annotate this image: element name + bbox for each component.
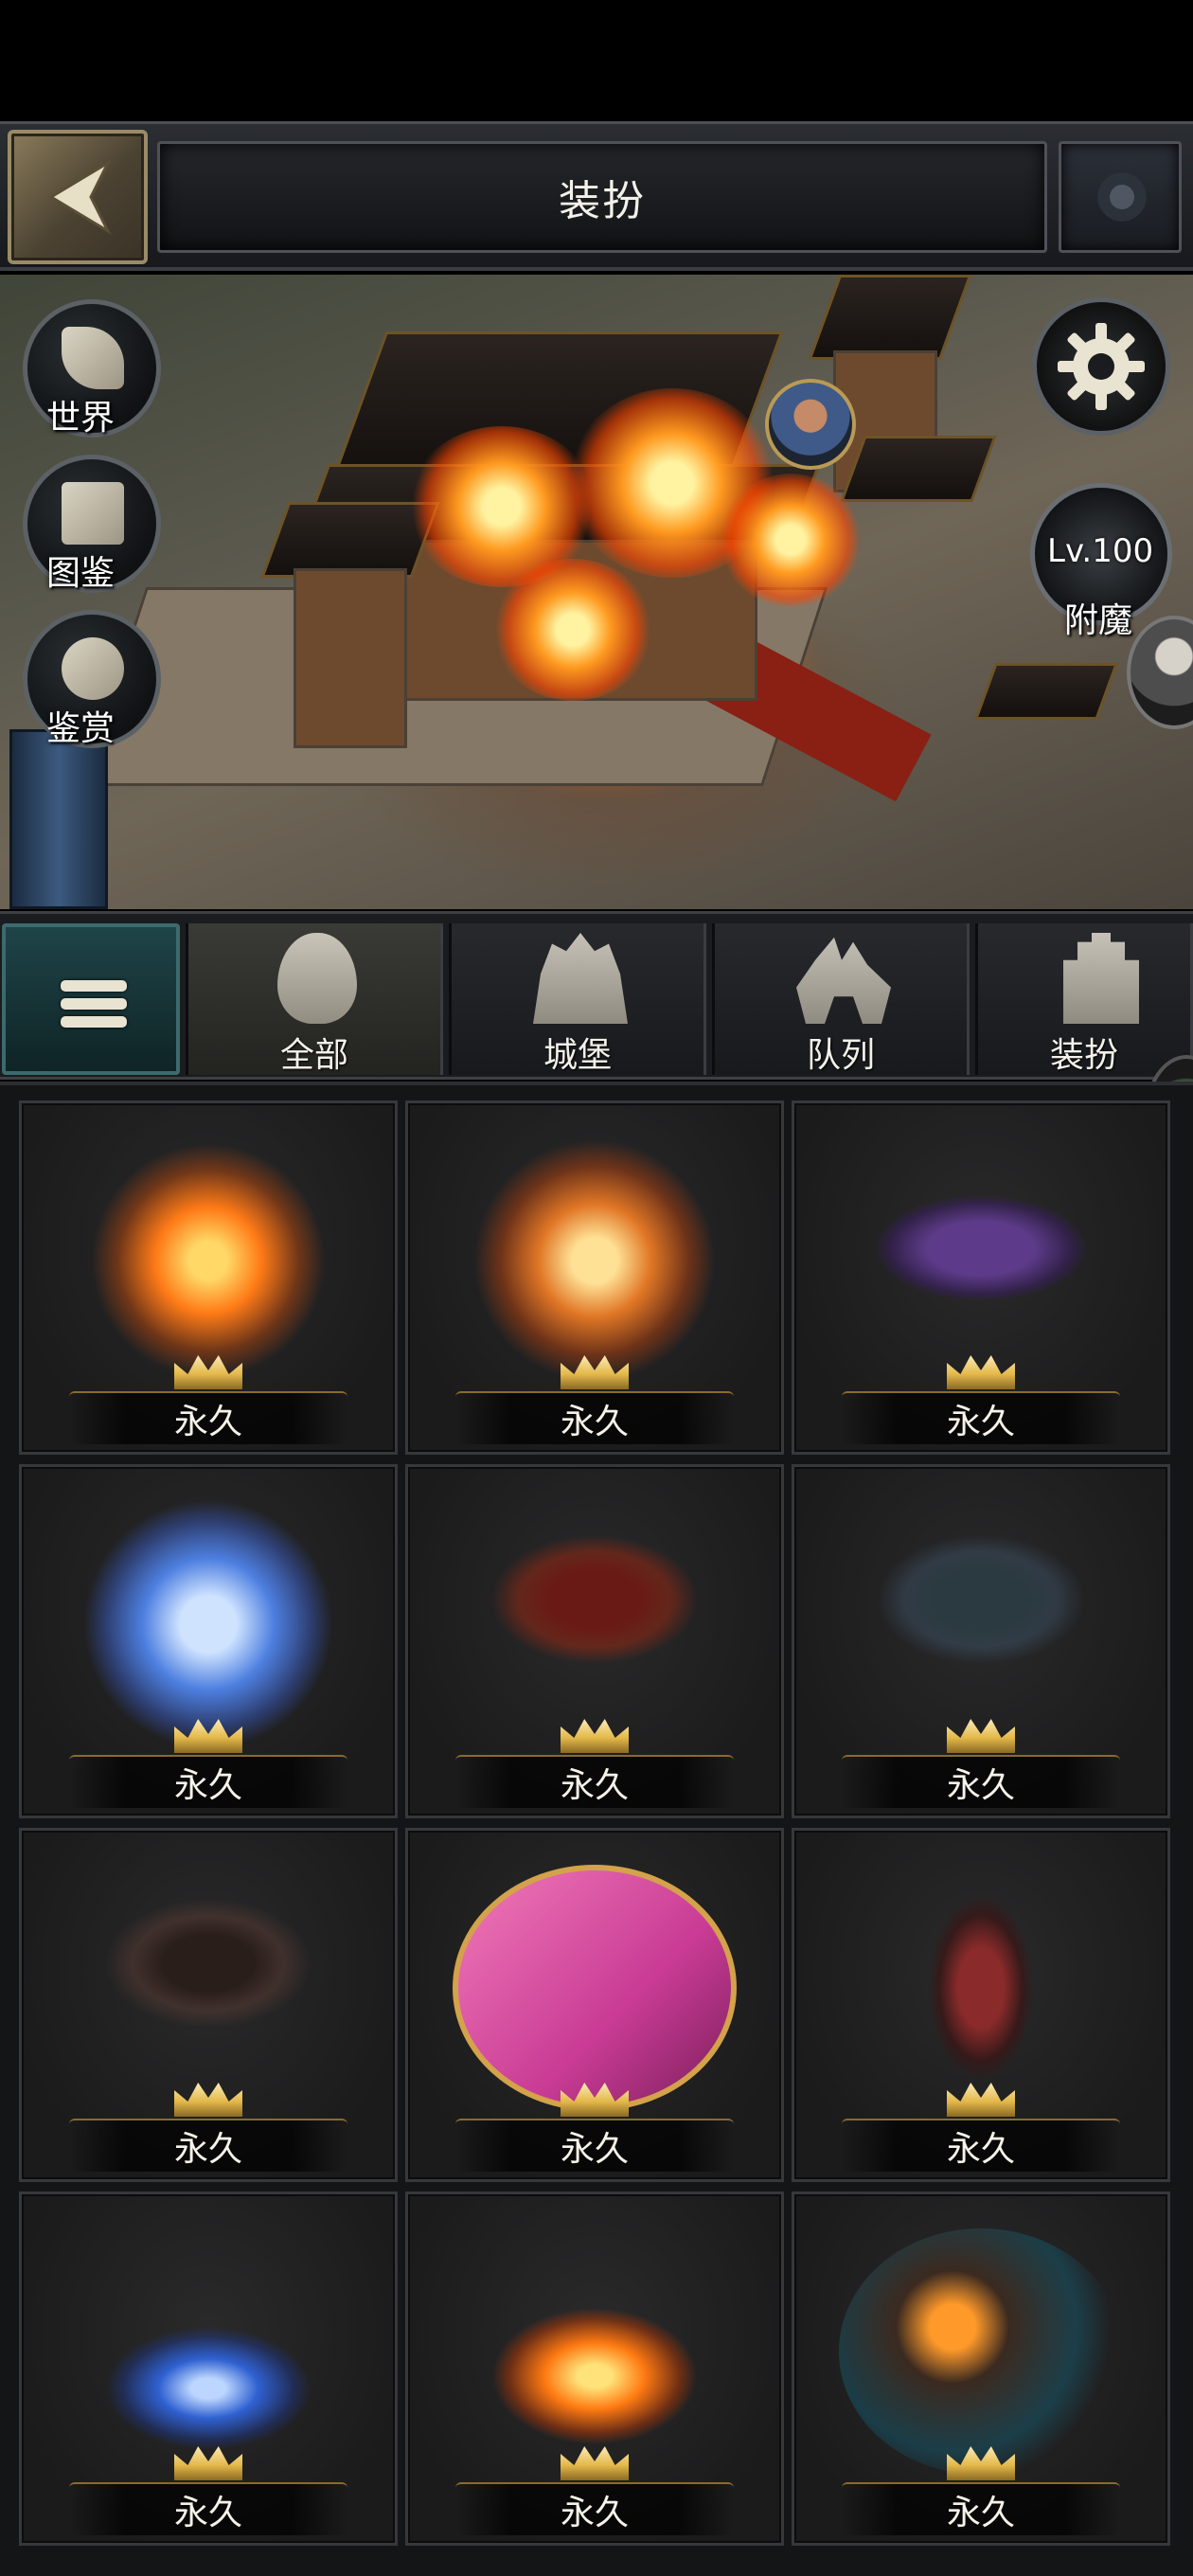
menu-button[interactable] [2,923,180,1075]
header-bar: 装扮 [0,121,1193,271]
bag-icon [277,933,357,1024]
item-card[interactable]: 永久 [405,2191,784,2546]
duration-label: 永久 [455,2482,734,2535]
item-card[interactable]: 永久 [405,1464,784,1818]
item-card[interactable]: 永久 [792,1464,1170,1818]
duration-label: 永久 [69,1755,347,1808]
status-bar [0,0,1193,121]
duration-label: 永久 [842,1391,1120,1444]
tab-decoration[interactable]: 装扮 [975,923,1193,1075]
castle-icon [533,933,628,1024]
reaper-decoration-art [839,1865,1123,2111]
duration-label: 永久 [455,1391,734,1444]
category-tab-bar: 全部 城堡 队列 装扮 [0,911,1193,1080]
blue-tower [9,729,108,909]
castle-scene[interactable]: 世界 图鉴 鉴赏 Lv.100 附魔 [0,275,1193,909]
duration-label: 永久 [842,2119,1120,2172]
army-icon [796,937,891,1024]
tab-army-label: 队列 [806,1036,875,1075]
item-card[interactable]: 永久 [19,1100,398,1455]
duration-label: 永久 [69,1391,347,1444]
gear-icon [1058,323,1145,410]
settings-button[interactable] [1032,297,1170,436]
right-tower-roof [808,275,972,360]
codex-label: 图鉴 [45,554,115,593]
item-card[interactable]: 永久 [792,2191,1170,2546]
duration-label: 永久 [455,2119,734,2172]
duration-label: 永久 [455,1755,734,1808]
gate-tower-roof [974,663,1118,720]
item-card[interactable]: 永久 [792,1100,1170,1455]
tab-castle-label: 城堡 [543,1036,612,1075]
world-map-icon [62,327,124,389]
golden-scorpion-decoration-art [453,1137,737,1384]
left-tower [294,568,407,748]
ice-castle-decoration-art [66,1501,350,1747]
duration-label: 永久 [842,1755,1120,1808]
world-label: 世界 [45,399,115,438]
duration-label: 永久 [69,2482,347,2535]
tab-all-label: 全部 [279,1036,348,1075]
tab-army[interactable]: 队列 [712,923,970,1075]
orange-portal-decoration-art [453,2228,737,2475]
item-card[interactable]: 永久 [405,1100,784,1455]
item-card[interactable]: 永久 [792,1828,1170,2182]
scroll-icon [62,482,124,545]
fire-effect [492,559,653,701]
back-button[interactable] [8,130,148,264]
item-grid: 永久 永久 永久 永久 永久 永久 永久 永久 永久 永久 永久 永久 [0,1082,1193,2576]
pumpkin-rider-decoration-art [839,2228,1123,2475]
page-title: 装扮 [157,141,1047,253]
duration-label: 永久 [69,2119,347,2172]
golden-claw-arrow-decoration-art [453,1501,737,1747]
fire-ring-decoration-art [66,1137,350,1384]
item-card[interactable]: 永久 [19,1828,398,2182]
dark-wings-decoration-art [839,1137,1123,1384]
appraise-icon [62,637,124,700]
duration-label: 永久 [842,2482,1120,2535]
tab-all[interactable]: 全部 [186,923,443,1075]
fire-effect [720,474,862,606]
valentine-frame-decoration-art [453,1865,737,2111]
silver-claw-arrow-decoration-art [839,1501,1123,1747]
back-arrow-icon [48,159,112,235]
item-card[interactable]: 永久 [19,2191,398,2546]
tab-castle[interactable]: 城堡 [449,923,706,1075]
far-right-tower-roof [840,436,997,502]
hero-portrait[interactable] [765,379,856,470]
blue-portal-decoration-art [66,2228,350,2475]
hamburger-icon [61,980,127,1028]
item-card[interactable]: 永久 [405,1828,784,2182]
item-card[interactable]: 永久 [19,1464,398,1818]
appraise-label: 鉴赏 [45,709,115,748]
level-badge: Lv.100 [1047,532,1154,570]
decoration-icon [1063,933,1139,1024]
bone-claw-arrow-decoration-art [66,1865,350,2111]
header-ornament [1059,141,1182,253]
